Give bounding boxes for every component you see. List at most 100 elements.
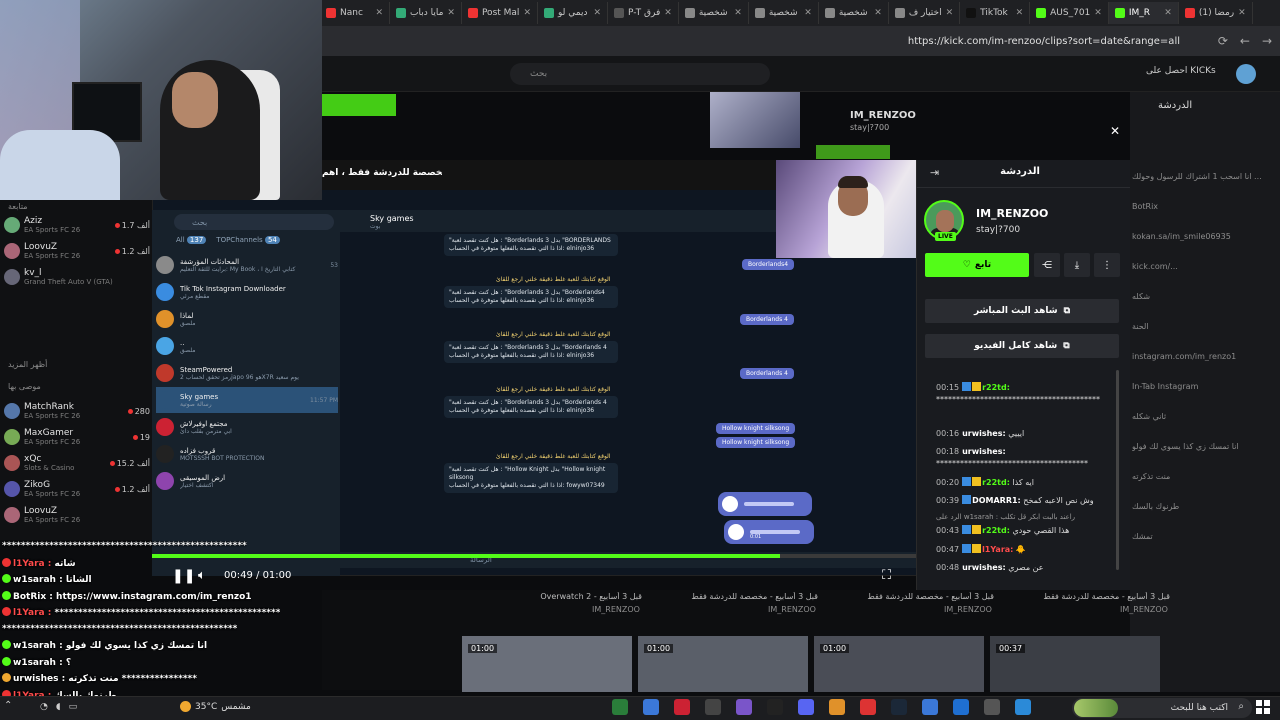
- tab-close-icon[interactable]: ✕: [375, 8, 383, 18]
- channel-item[interactable]: kv_l Grand Theft Auto V (GTA): [4, 264, 150, 290]
- taskbar-app-icon[interactable]: [860, 699, 876, 715]
- taskbar-app-icon[interactable]: [829, 699, 845, 715]
- user-avatar[interactable]: [1236, 64, 1256, 84]
- address-bar[interactable]: https://kick.com/im-renzoo/clips?sort=da…: [320, 26, 1280, 56]
- filter-all[interactable]: All 137: [176, 236, 207, 244]
- voice-message[interactable]: [718, 492, 812, 516]
- channel-item[interactable]: xQc Slots & Casino 15.2 ألف: [4, 450, 150, 476]
- telegram-chat-item[interactable]: ارض الموسيقى اكتشف اختيار: [156, 468, 338, 494]
- tab-close-icon[interactable]: ✕: [1094, 8, 1102, 18]
- forward-icon[interactable]: →: [1262, 34, 1272, 48]
- channel-item[interactable]: MatchRank EA Sports FC 26 280: [4, 398, 150, 424]
- clip-title[interactable]: Overwatch 2 - قبل 3 أسابيع: [472, 592, 642, 601]
- network-icon[interactable]: ◔: [40, 702, 48, 712]
- show-more-link[interactable]: أظهر المزيد: [8, 360, 47, 369]
- chat-username[interactable]: urwishes:: [962, 563, 1006, 572]
- channel-item[interactable]: Aziz EA Sports FC 26 1.7 ألف: [4, 212, 150, 238]
- weather-widget[interactable]: 35°C مشمس: [180, 701, 251, 712]
- reload-icon[interactable]: ⟳: [1218, 34, 1228, 48]
- browser-tab[interactable]: شخصية ✕: [749, 2, 819, 24]
- telegram-chat-item[interactable]: لماذا ملصق: [156, 306, 338, 332]
- channel-item[interactable]: LoovuZ EA Sports FC 26: [4, 502, 150, 528]
- taskbar-app-icon[interactable]: [984, 699, 1000, 715]
- chat-username[interactable]: r22td:: [982, 478, 1010, 487]
- taskbar-app-icon[interactable]: [643, 699, 659, 715]
- browser-tab[interactable]: AUS_701 ✕: [1030, 2, 1109, 24]
- bg-follow-button[interactable]: [816, 145, 890, 159]
- video-progress-bar[interactable]: [152, 554, 918, 558]
- filter-topchannels[interactable]: TOPChannels 54: [216, 236, 280, 244]
- chat-username[interactable]: r22td:: [982, 526, 1010, 535]
- chat-username[interactable]: urwishes:: [962, 429, 1006, 438]
- browser-tab[interactable]: IM_R ✕: [1108, 2, 1179, 24]
- browser-tab[interactable]: (1) رمضا ✕: [1179, 2, 1253, 24]
- telegram-chat-item[interactable]: مجتمع اوفيرلاش ابي مترمن بقلب دائ: [156, 414, 338, 440]
- url-text[interactable]: https://kick.com/im-renzoo/clips?sort=da…: [908, 36, 1180, 47]
- telegram-chat-item[interactable]: .. ملصق: [156, 333, 338, 359]
- kick-search-input[interactable]: بحث: [510, 63, 770, 85]
- chat-username[interactable]: DOMARR1:: [972, 496, 1021, 505]
- voice-message-2[interactable]: 0:01: [724, 520, 814, 544]
- taskbar-app-icon[interactable]: [953, 699, 969, 715]
- telegram-chat-item[interactable]: Sky games رسالة صوتية 11:57 PM: [156, 387, 338, 413]
- taskbar-app-icon[interactable]: [674, 699, 690, 715]
- watch-full-button[interactable]: شاهد كامل الفيديو ⧉: [925, 334, 1119, 358]
- get-kicks-button[interactable]: احصل على KICKs: [1146, 66, 1216, 76]
- taskbar-app-icon[interactable]: [705, 699, 721, 715]
- browser-tab[interactable]: Post Mal ✕: [462, 2, 538, 24]
- tray-expand-icon[interactable]: ⌃: [4, 700, 12, 711]
- clip-channel[interactable]: IM_RENZOO: [768, 605, 816, 614]
- telegram-search-input[interactable]: بحث: [174, 214, 334, 230]
- close-icon[interactable]: ✕: [1110, 124, 1120, 138]
- clip-channel[interactable]: IM_RENZOO: [1120, 605, 1168, 614]
- tab-close-icon[interactable]: ✕: [804, 8, 812, 18]
- windows-start-icon[interactable]: [1256, 700, 1270, 714]
- taskbar-app-icon[interactable]: [767, 699, 783, 715]
- channel-item[interactable]: ZikoG EA Sports FC 26 1.2 ألف: [4, 476, 150, 502]
- chat-username[interactable]: r22td:: [982, 383, 1010, 392]
- tab-close-icon[interactable]: ✕: [1238, 8, 1246, 18]
- download-button[interactable]: ⤓: [1064, 253, 1090, 277]
- tab-close-icon[interactable]: ✕: [664, 8, 672, 18]
- pause-icon[interactable]: ❚❚: [172, 568, 195, 584]
- chat-scrollbar[interactable]: [1116, 370, 1119, 570]
- tab-close-icon[interactable]: ✕: [523, 8, 531, 18]
- collapse-icon[interactable]: ⇥: [930, 166, 939, 179]
- browser-tab[interactable]: مايا دباب ✕: [390, 2, 462, 24]
- share-button[interactable]: ⋲: [1034, 253, 1060, 277]
- tab-close-icon[interactable]: ✕: [734, 8, 742, 18]
- tab-close-icon[interactable]: ✕: [874, 8, 882, 18]
- tab-close-icon[interactable]: ✕: [593, 8, 601, 18]
- browser-tab[interactable]: Nanc ✕: [320, 2, 390, 24]
- clip-channel[interactable]: IM_RENZOO: [944, 605, 992, 614]
- taskbar-app-icon[interactable]: [891, 699, 907, 715]
- back-icon[interactable]: ←: [1240, 34, 1250, 48]
- chat-username[interactable]: l1Yara:: [982, 545, 1013, 554]
- channel-item[interactable]: MaxGamer EA Sports FC 26 19: [4, 424, 150, 450]
- follow-button[interactable]: ♡ تابع: [925, 253, 1029, 277]
- voice-play-icon[interactable]: [722, 496, 738, 512]
- browser-tab[interactable]: شخصية ✕: [819, 2, 889, 24]
- taskbar-app-icon[interactable]: [1015, 699, 1031, 715]
- browser-tab[interactable]: اختيار ف ✕: [889, 2, 961, 24]
- browser-tab[interactable]: شخصية ✕: [679, 2, 749, 24]
- telegram-chat-item[interactable]: Tik Tok Instagram Downloader مقطع مرئي: [156, 279, 338, 305]
- watch-live-button[interactable]: شاهد البث المباشر ⧉: [925, 299, 1119, 323]
- tab-close-icon[interactable]: ✕: [1164, 8, 1172, 18]
- volume-tray-icon[interactable]: ◖: [56, 702, 61, 712]
- browser-tab[interactable]: ديمي لو ✕: [538, 2, 608, 24]
- clip-channel[interactable]: IM_RENZOO: [592, 605, 640, 614]
- telegram-chat-item[interactable]: قروب فزاده MOTSSSH BOT PROTECTION: [156, 441, 338, 467]
- tab-close-icon[interactable]: ✕: [447, 8, 455, 18]
- channel-item[interactable]: LoovuZ EA Sports FC 26 1.2 ألف: [4, 238, 150, 264]
- browser-tab[interactable]: TikTok ✕: [960, 2, 1031, 24]
- volume-icon[interactable]: 🔈︎: [198, 568, 206, 583]
- browser-tab[interactable]: P-T فرق ✕: [608, 2, 679, 24]
- clip-title[interactable]: قبل 3 أسابيع - مخصصة للدردشة فقط: [1000, 592, 1170, 601]
- tab-close-icon[interactable]: ✕: [1016, 8, 1024, 18]
- taskbar-app-icon[interactable]: [922, 699, 938, 715]
- fullscreen-icon[interactable]: ⛶: [882, 568, 891, 583]
- telegram-chat-item[interactable]: SteamPowered رمز تحقق لحساب 2japo هو 96X7…: [156, 360, 338, 386]
- taskbar-search[interactable]: اكتب هنا للبحث ⌕: [1072, 698, 1252, 718]
- voice-play-icon-2[interactable]: [728, 524, 744, 540]
